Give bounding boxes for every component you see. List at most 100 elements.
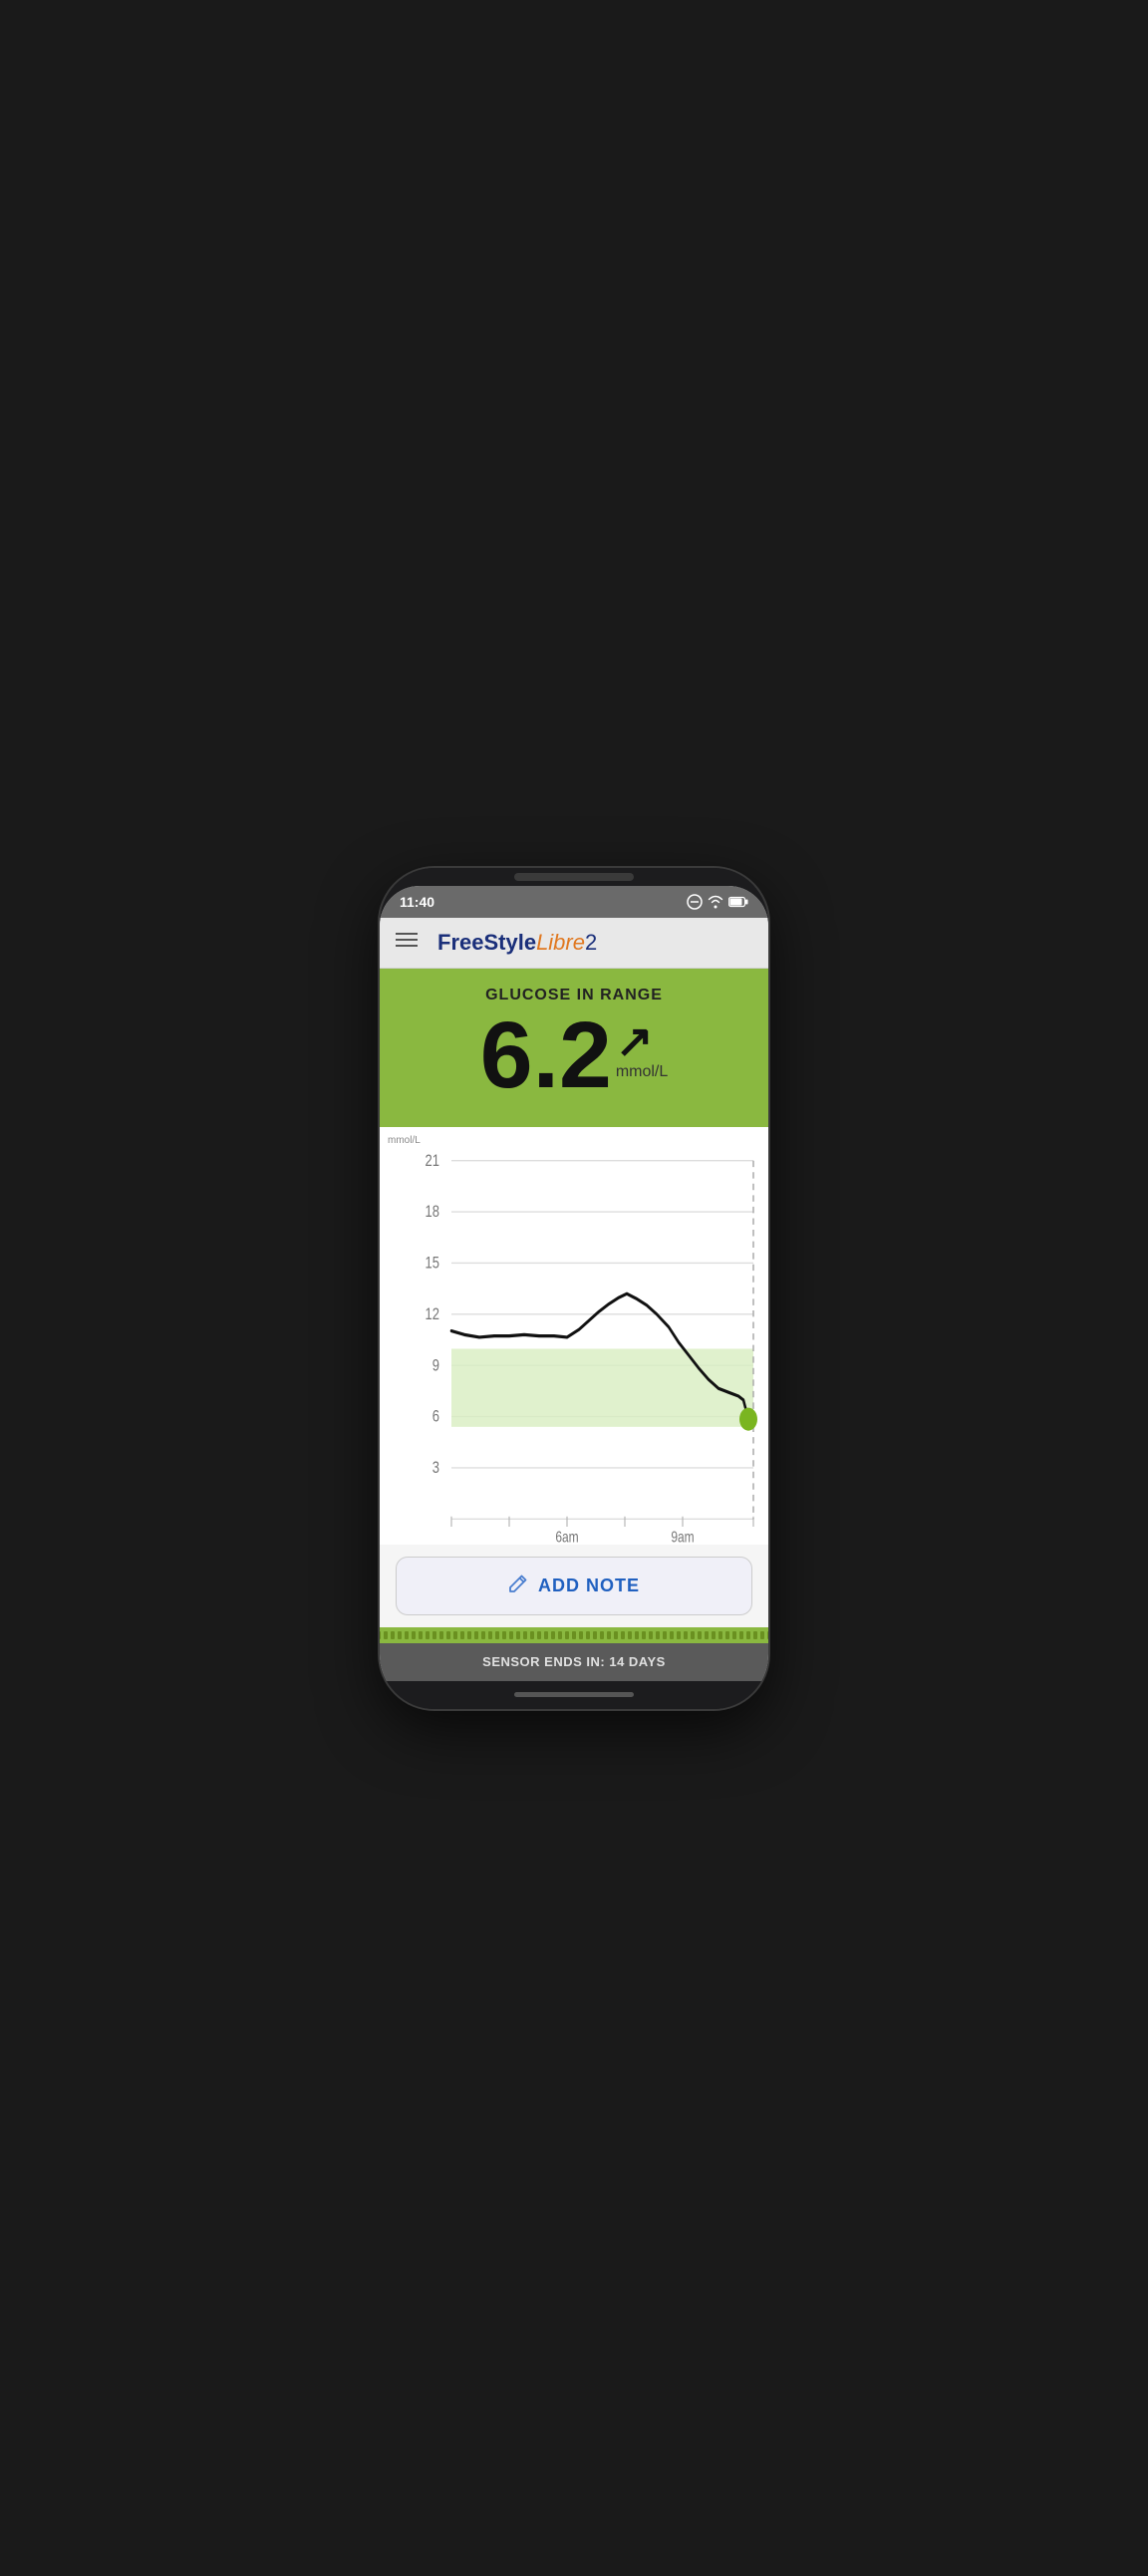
sensor-dot	[614, 1631, 618, 1639]
add-note-button[interactable]: ADD NOTE	[396, 1557, 752, 1615]
sensor-dot	[467, 1631, 471, 1639]
status-time: 11:40	[400, 894, 434, 910]
chart-y-label: mmol/L	[388, 1135, 421, 1146]
logo-libre: Libre	[536, 930, 585, 956]
sensor-dot	[523, 1631, 527, 1639]
home-bar	[514, 1692, 634, 1697]
svg-text:9am: 9am	[671, 1527, 694, 1544]
chart-container: mmol/L 21 18 15 12	[380, 1127, 768, 1545]
sensor-dot	[732, 1631, 736, 1639]
battery-icon	[728, 896, 748, 908]
sensor-dot	[432, 1631, 436, 1639]
status-bar: 11:40	[380, 886, 768, 918]
sensor-dot	[405, 1631, 409, 1639]
sensor-dot	[495, 1631, 499, 1639]
status-icons	[687, 894, 748, 910]
sensor-dot	[753, 1631, 757, 1639]
sensor-dot	[642, 1631, 646, 1639]
sensor-dot	[607, 1631, 611, 1639]
sensor-dot	[481, 1631, 485, 1639]
svg-text:6: 6	[432, 1407, 439, 1426]
sensor-dot	[739, 1631, 743, 1639]
sensor-dot	[628, 1631, 632, 1639]
sensor-dot	[684, 1631, 688, 1639]
sensor-dot	[565, 1631, 569, 1639]
sensor-dot	[516, 1631, 520, 1639]
sensor-dot	[705, 1631, 709, 1639]
glucose-number: 6.2	[480, 1008, 612, 1103]
sensor-dot	[656, 1631, 660, 1639]
sensor-dot	[551, 1631, 555, 1639]
svg-text:9: 9	[432, 1355, 439, 1374]
sensor-dot	[537, 1631, 541, 1639]
sensor-dot	[419, 1631, 423, 1639]
svg-text:6am: 6am	[555, 1527, 578, 1544]
sensor-strip	[380, 1627, 768, 1643]
sensor-dot	[698, 1631, 702, 1639]
sensor-dot	[384, 1631, 388, 1639]
logo-freestyle: FreeStyle	[437, 930, 536, 956]
sensor-dot	[691, 1631, 695, 1639]
glucose-chart: 21 18 15 12 9 6 3	[380, 1135, 768, 1545]
sensor-dot	[502, 1631, 506, 1639]
notch-bar	[380, 868, 768, 886]
glucose-arrow: ↗	[616, 1018, 654, 1063]
phone-screen: 11:40	[380, 886, 768, 1681]
sensor-dot	[586, 1631, 590, 1639]
svg-text:3: 3	[432, 1458, 439, 1477]
svg-text:21: 21	[426, 1151, 439, 1170]
glucose-value-row: 6.2 ↗ mmol/L	[396, 1008, 752, 1103]
sensor-dot	[474, 1631, 478, 1639]
sensor-dot	[670, 1631, 674, 1639]
sensor-dot	[509, 1631, 513, 1639]
svg-text:12: 12	[426, 1304, 439, 1323]
sensor-dot	[718, 1631, 722, 1639]
sensor-dot	[725, 1631, 729, 1639]
sensor-dot	[412, 1631, 416, 1639]
sensor-dot	[621, 1631, 625, 1639]
notch	[514, 873, 634, 881]
glucose-banner: GLUCOSE IN RANGE 6.2 ↗ mmol/L	[380, 969, 768, 1127]
sensor-dot	[572, 1631, 576, 1639]
sensor-dot	[391, 1631, 395, 1639]
sensor-dots	[380, 1629, 768, 1641]
sensor-dot	[460, 1631, 464, 1639]
sensor-dot	[544, 1631, 548, 1639]
sensor-dot	[446, 1631, 450, 1639]
phone-frame: 11:40	[380, 868, 768, 1709]
sensor-dot	[677, 1631, 681, 1639]
sensor-dot	[530, 1631, 534, 1639]
sensor-footer: SENSOR ENDS IN: 14 DAYS	[380, 1643, 768, 1681]
sensor-dot	[439, 1631, 443, 1639]
sensor-dot	[760, 1631, 764, 1639]
svg-text:15: 15	[426, 1254, 439, 1273]
sensor-footer-text: SENSOR ENDS IN: 14 DAYS	[482, 1654, 666, 1669]
sensor-dot	[600, 1631, 604, 1639]
sensor-dot	[593, 1631, 597, 1639]
add-note-label: ADD NOTE	[538, 1575, 640, 1596]
sensor-dot	[663, 1631, 667, 1639]
hamburger-icon[interactable]	[396, 931, 418, 954]
sensor-dot	[767, 1631, 768, 1639]
svg-text:18: 18	[426, 1202, 439, 1221]
glucose-arrow-unit: ↗ mmol/L	[616, 1008, 668, 1081]
pencil-icon	[508, 1574, 528, 1598]
sensor-dot	[746, 1631, 750, 1639]
app-header: FreeStyle Libre 2	[380, 918, 768, 969]
minus-circle-icon	[687, 894, 703, 910]
sensor-dot	[558, 1631, 562, 1639]
home-indicator	[380, 1681, 768, 1709]
sensor-dot	[579, 1631, 583, 1639]
app-logo: FreeStyle Libre 2	[437, 930, 597, 956]
wifi-icon	[708, 895, 723, 909]
sensor-dot	[635, 1631, 639, 1639]
sensor-dot	[488, 1631, 492, 1639]
sensor-dot	[453, 1631, 457, 1639]
sensor-dot	[380, 1631, 381, 1639]
bottom-section: ADD NOTE	[380, 1545, 768, 1627]
current-glucose-dot	[739, 1407, 757, 1430]
logo-2: 2	[585, 930, 597, 956]
sensor-dot	[426, 1631, 430, 1639]
glucose-label: GLUCOSE IN RANGE	[396, 987, 752, 1004]
sensor-dot	[712, 1631, 716, 1639]
